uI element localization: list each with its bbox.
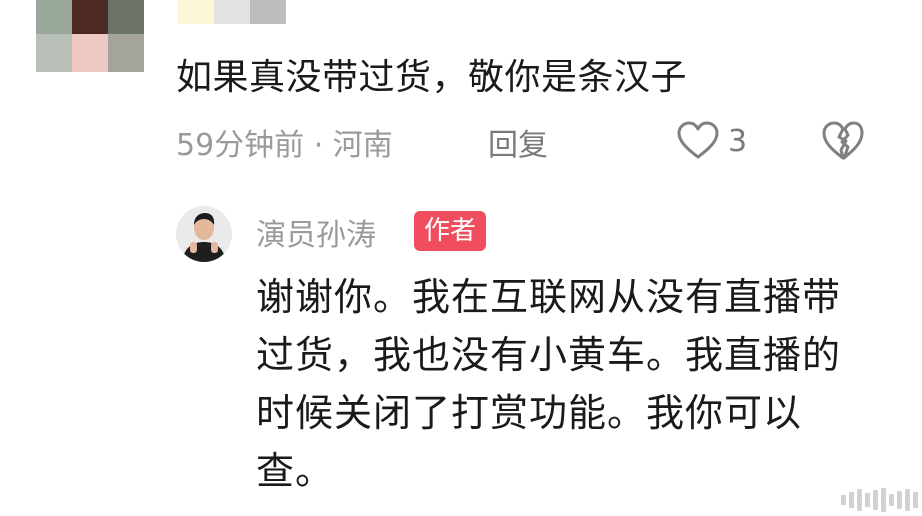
like-button[interactable]: 3 — [676, 120, 747, 162]
reply-button[interactable]: 回复 — [488, 120, 548, 164]
previous-content-snippet — [178, 0, 286, 24]
dislike-button[interactable] — [820, 120, 866, 166]
commenter-avatar[interactable] — [36, 0, 144, 72]
author-badge: 作者 — [414, 211, 487, 251]
comment-time-location: 59分钟前 · 河南 — [176, 128, 393, 163]
author-name[interactable]: 演员孙涛 — [256, 210, 376, 254]
comment-text: 如果真没带过货，敬你是条汉子 — [176, 57, 688, 98]
heart-outline-icon — [677, 121, 719, 159]
watermark — [841, 486, 918, 514]
like-count: 3 — [728, 123, 748, 159]
person-thumbs-up-icon — [176, 206, 232, 262]
reply-text: 谢谢你。我在互联网从没有直播带过货，我也没有小黄车。我直播的时候关闭了打赏功能。… — [256, 275, 842, 493]
broken-heart-icon — [822, 121, 864, 160]
comment-meta-row: 59分钟前 · 河南 回复 3 — [176, 120, 886, 164]
author-avatar[interactable] — [176, 206, 232, 262]
